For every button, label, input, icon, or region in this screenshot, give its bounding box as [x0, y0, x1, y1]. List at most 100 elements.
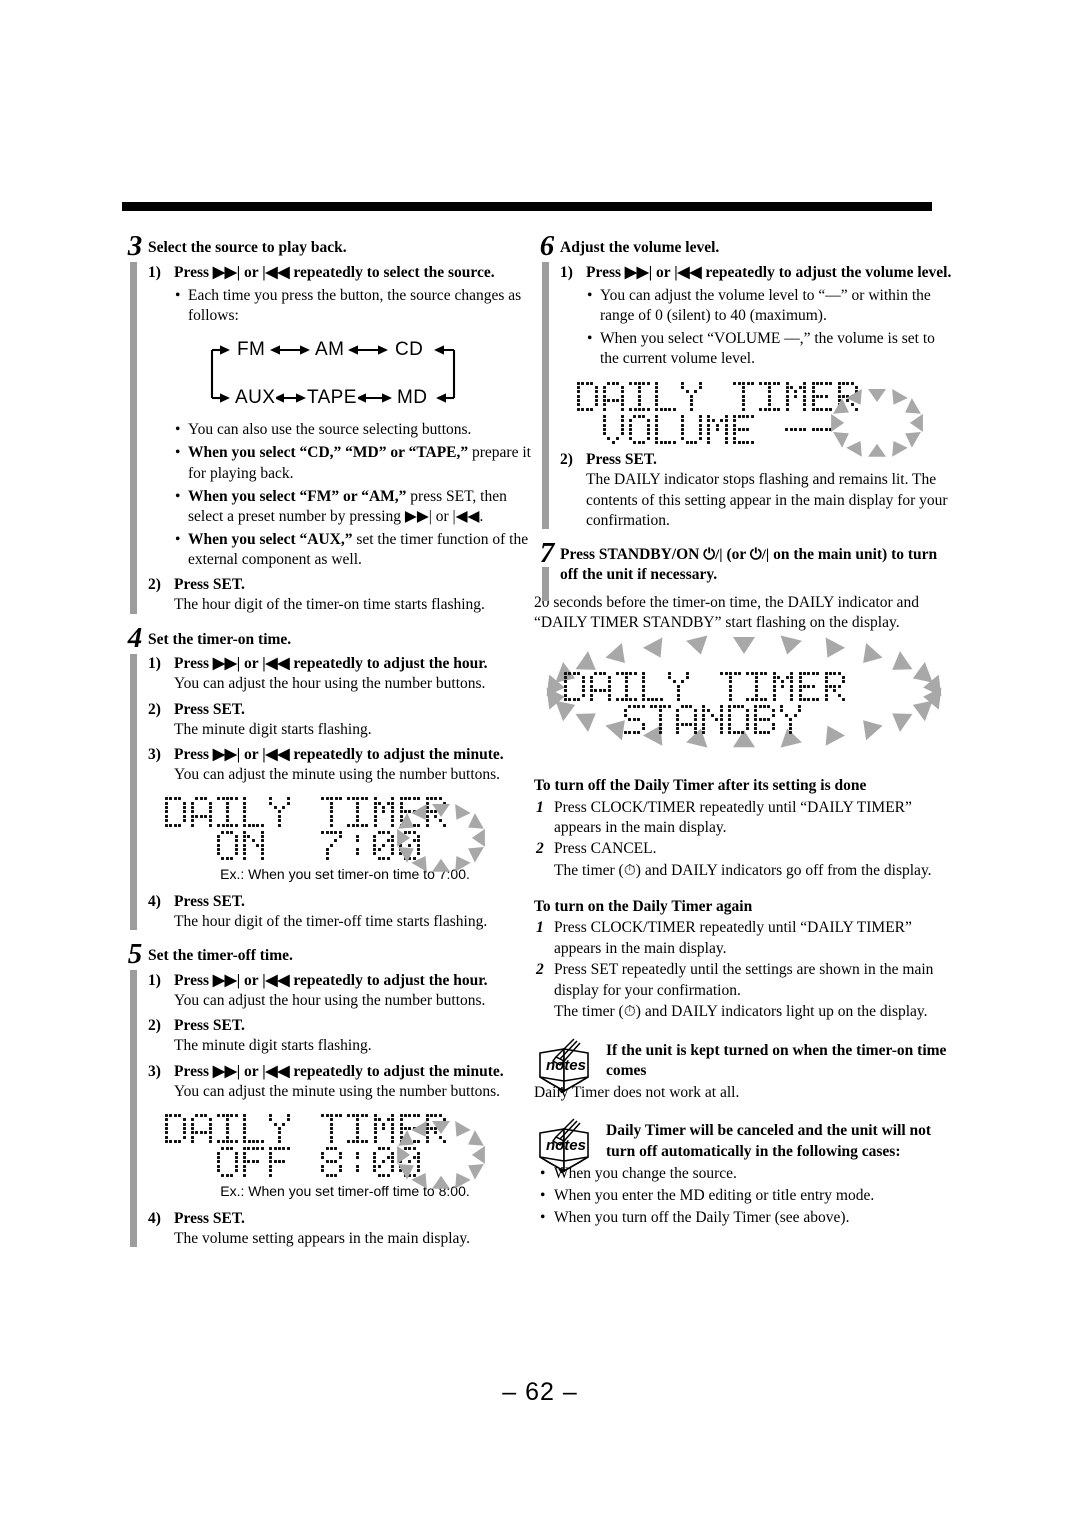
lcd-char: [295, 797, 316, 826]
step-7: 7 Press STANDBY/ON ⏻/| (or ⏻/| on the ma…: [534, 538, 954, 601]
source-flow-diagram: FM AM CD AUX TAPE MD: [204, 336, 474, 414]
step-6-bar: [542, 262, 549, 529]
lcd-char: [347, 1113, 368, 1144]
step-3-sub-1-head: Press ▶▶| or |◀◀ repeatedly to select th…: [174, 263, 495, 281]
lcd-char: [295, 1147, 316, 1176]
lcd-char: [759, 415, 780, 444]
flow-label-tape: TAPE: [306, 387, 358, 410]
step-5-item-3-body: You can adjust the minute using the numb…: [174, 1082, 501, 1100]
lcd-char: [243, 797, 264, 827]
step-4-item-1-head: Press ▶▶| or |◀◀ repeatedly to adjust th…: [174, 655, 488, 673]
step-5-item-1-head: Press ▶▶| or |◀◀ repeatedly to adjust th…: [174, 971, 488, 989]
lcd-char: [373, 797, 395, 827]
turn-on-item-1-text: Press CLOCK/TIMER repeatedly until “DAIL…: [554, 919, 912, 957]
lcd-char: [702, 705, 723, 735]
flow-label-cd: CD: [394, 339, 425, 362]
lcd-char: [694, 672, 715, 701]
lcd-char: [269, 1113, 290, 1144]
lcd-char: [603, 414, 624, 445]
note-2-bold: Daily Timer will be canceled and the uni…: [606, 1122, 932, 1160]
step-3-sub-1-bullet: Each time you press the button, the sour…: [174, 286, 542, 326]
lcd-char: [733, 381, 754, 411]
turn-on-item-1-number: 1: [536, 919, 544, 937]
power-icon-2: ⏻/|: [749, 546, 770, 563]
step-4-item-1-body: You can adjust the hour using the number…: [174, 675, 486, 693]
lcd-char: [824, 671, 846, 702]
turn-off-item-1-number: 1: [536, 798, 544, 816]
lcd-line: [564, 671, 924, 702]
step-4-item-4-head: Press SET.: [174, 892, 245, 910]
step-4-item-4-marker: 4): [148, 892, 161, 910]
step-4-item-4: 4) Press SET. The hour digit of the time…: [148, 892, 542, 932]
lcd-char: [425, 797, 447, 827]
step-5-bar: [130, 970, 137, 1247]
step-6-sub-1: 1) Press ▶▶| or |◀◀ repeatedly to adjust…: [560, 263, 954, 370]
turn-off-item-2-text: Press CANCEL.: [554, 840, 657, 858]
lcd-char: [243, 830, 264, 860]
step-4-title: Set the timer-on time.: [148, 630, 292, 648]
lcd-line: [165, 797, 525, 827]
lcd-char: [728, 705, 749, 735]
step-4-item-3-marker: 3): [148, 745, 161, 763]
lcd-char: [811, 415, 833, 444]
turn-off-item-2: 2 Press CANCEL.: [534, 839, 954, 859]
lcd-char: [720, 671, 741, 702]
lcd-char: [577, 381, 598, 411]
lcd-char: [629, 381, 650, 411]
lcd-screen: [165, 1113, 525, 1177]
step-4: 4 Set the timer-on time. 1) Press ▶▶| or…: [122, 623, 542, 933]
lcd-char: [650, 705, 671, 735]
lcd-char: [811, 381, 833, 411]
lcd-char: [733, 414, 754, 445]
lcd-char: [165, 797, 186, 827]
step-5-title: Set the timer-off time.: [148, 947, 293, 965]
lcd-line: [603, 414, 937, 445]
step-7-body: 20 seconds before the timer-on time, the…: [534, 593, 919, 632]
header-rule: [122, 202, 932, 211]
lcd-char: [269, 1147, 290, 1177]
lcd-char: [243, 1113, 264, 1144]
step-5-item-4-marker: 4): [148, 1209, 161, 1227]
lcd-char: [655, 414, 676, 445]
note-2-bullet-0: When you change the source.: [534, 1163, 954, 1184]
step-7-title: Press STANDBY/ON ⏻/| (or ⏻/| on the main…: [560, 545, 954, 585]
lcd-standby-display: [547, 635, 941, 761]
lcd-char: [676, 705, 697, 735]
step-3-sub-1: 1) Press ▶▶| or |◀◀ repeatedly to select…: [148, 263, 542, 326]
flow-label-aux: AUX: [234, 387, 277, 410]
lcd-char: [217, 797, 238, 827]
lcd-timer-on-caption: Ex.: When you set timer-on time to 7:00.: [220, 865, 470, 882]
step-4-item-4-body: The hour digit of the timer-off time sta…: [174, 913, 488, 931]
turn-on-item-1: 1 Press CLOCK/TIMER repeatedly until “DA…: [534, 918, 954, 959]
step-7-title-a: Press STANDBY/ON: [560, 545, 700, 563]
lcd-char: [217, 1147, 238, 1177]
step-6-bullet-1: When you select “VOLUME ––,” the volume …: [586, 329, 954, 369]
step-6-sub-2-head: Press SET.: [586, 451, 657, 469]
step-5-number: 5: [127, 938, 143, 971]
lcd-timer-on-display: [165, 797, 525, 872]
turn-off-item-2-number: 2: [536, 840, 544, 858]
step-3-sub-2: 2) Press SET. The hour digit of the time…: [148, 575, 542, 615]
lcd-char: [624, 705, 645, 735]
lcd-line: [577, 381, 937, 411]
step-3-bullet-2: When you select “FM” or “AM,” press SET,…: [174, 487, 542, 527]
step-5-item-2: 2) Press SET. The minute digit starts fl…: [148, 1016, 542, 1056]
lcd-timer-off-caption: Ex.: When you set timer-off time to 8:00…: [220, 1182, 470, 1199]
turn-on-item-2-number: 2: [536, 961, 544, 979]
lcd-char: [321, 1147, 342, 1177]
lcd-screen: [564, 671, 924, 735]
step-5-item-2-marker: 2): [148, 1017, 161, 1035]
turn-on-item-2: 2 Press SET repeatedly until the setting…: [534, 960, 954, 1001]
step-3-bullet-3: When you select “AUX,” set the timer fun…: [174, 530, 542, 570]
turn-on-heading: To turn on the Daily Timer again: [534, 898, 753, 916]
step-3-sub-1-marker: 1): [148, 263, 161, 281]
step-3-sub-2-marker: 2): [148, 576, 161, 594]
lcd-char: [295, 1114, 316, 1143]
lcd-char: [629, 414, 650, 445]
note-2-bullet-1: When you enter the MD editing or title e…: [534, 1185, 954, 1206]
step-3-bar: [130, 262, 137, 614]
lcd-char: [217, 830, 238, 860]
step-3-number: 3: [127, 230, 143, 262]
step-4-item-3: 3) Press ▶▶| or |◀◀ repeatedly to adjust…: [148, 745, 542, 785]
step-6-bullet-0: You can adjust the volume level to “––” …: [586, 286, 954, 326]
